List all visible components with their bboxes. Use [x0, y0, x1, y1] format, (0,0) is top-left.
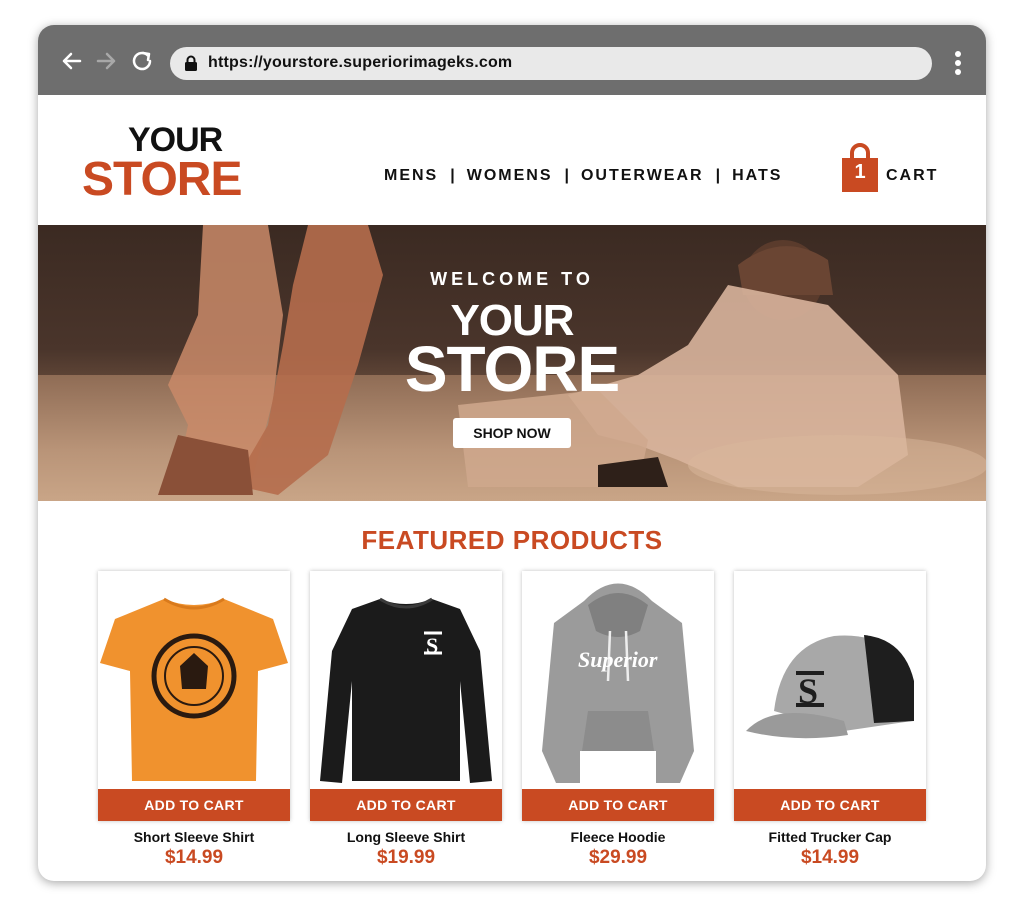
gray-hoodie-image[interactable]: Superior: [522, 571, 714, 789]
product-name[interactable]: Long Sleeve Shirt: [310, 829, 502, 845]
trucker-cap-image[interactable]: S: [734, 571, 926, 789]
add-to-cart-button[interactable]: ADD TO CART: [98, 789, 290, 821]
add-to-cart-button[interactable]: ADD TO CART: [734, 789, 926, 821]
shop-now-button[interactable]: SHOP NOW: [453, 418, 571, 448]
arrow-right-icon[interactable]: [92, 47, 120, 75]
product-card-short-sleeve[interactable]: ADD TO CART: [98, 571, 290, 821]
nav-item-outerwear[interactable]: OUTERWEAR: [581, 167, 704, 185]
product-price: $29.99: [588, 847, 648, 868]
arrow-left-icon[interactable]: [58, 47, 86, 75]
hero-banner: WELCOME TO YOUR STORE SHOP NOW: [38, 225, 986, 501]
hero-title-line-2: STORE: [404, 333, 620, 405]
nav-item-womens[interactable]: WOMENS: [467, 167, 553, 185]
product-price: $14.99: [800, 847, 860, 868]
featured-products-title: FEATURED PRODUCTS: [361, 525, 663, 555]
add-to-cart-button[interactable]: ADD TO CART: [522, 789, 714, 821]
logo-line-1[interactable]: YOUR: [128, 123, 223, 157]
product-card-long-sleeve[interactable]: S ADD TO CART: [310, 571, 502, 821]
product-name[interactable]: Fitted Trucker Cap: [734, 829, 926, 845]
hero-welcome-text: WELCOME TO: [430, 269, 594, 289]
product-name[interactable]: Fleece Hoodie: [522, 829, 714, 845]
reload-icon[interactable]: [128, 47, 156, 75]
product-name[interactable]: Short Sleeve Shirt: [98, 829, 290, 845]
product-price: $14.99: [164, 847, 224, 868]
logo-line-2[interactable]: STORE: [82, 155, 242, 205]
kebab-menu-icon[interactable]: [953, 51, 963, 77]
cart-count-badge: 1: [854, 161, 866, 183]
site-header: YOUR STORE MENS | WOMENS | OUTERWEAR | HATS 1 …: [38, 95, 986, 225]
nav-separator: |: [564, 167, 569, 184]
product-card-hoodie[interactable]: Superior ADD TO CART: [522, 571, 714, 821]
product-card-trucker-cap[interactable]: S ADD TO CART: [734, 571, 926, 821]
lock-icon: [185, 55, 197, 71]
cart-link[interactable]: CART: [886, 167, 938, 185]
add-to-cart-button[interactable]: ADD TO CART: [310, 789, 502, 821]
orange-tshirt-image[interactable]: [98, 571, 290, 789]
browser-window: https://yourstore.superiorimageks.com YO…: [38, 25, 986, 881]
black-longsleeve-image[interactable]: S: [310, 571, 502, 789]
nav-item-mens[interactable]: MENS: [384, 167, 438, 185]
nav-separator: |: [450, 167, 455, 184]
address-bar[interactable]: https://yourstore.superiorimageks.com: [170, 47, 932, 80]
url-text[interactable]: https://yourstore.superiorimageks.com: [208, 54, 512, 72]
main-nav: MENS | WOMENS | OUTERWEAR | HATS: [384, 167, 782, 185]
nav-item-hats[interactable]: HATS: [732, 167, 782, 185]
browser-toolbar: https://yourstore.superiorimageks.com: [38, 25, 986, 95]
nav-separator: |: [715, 167, 721, 184]
product-price: $19.99: [376, 847, 436, 868]
svg-text:Superior: Superior: [578, 647, 658, 672]
